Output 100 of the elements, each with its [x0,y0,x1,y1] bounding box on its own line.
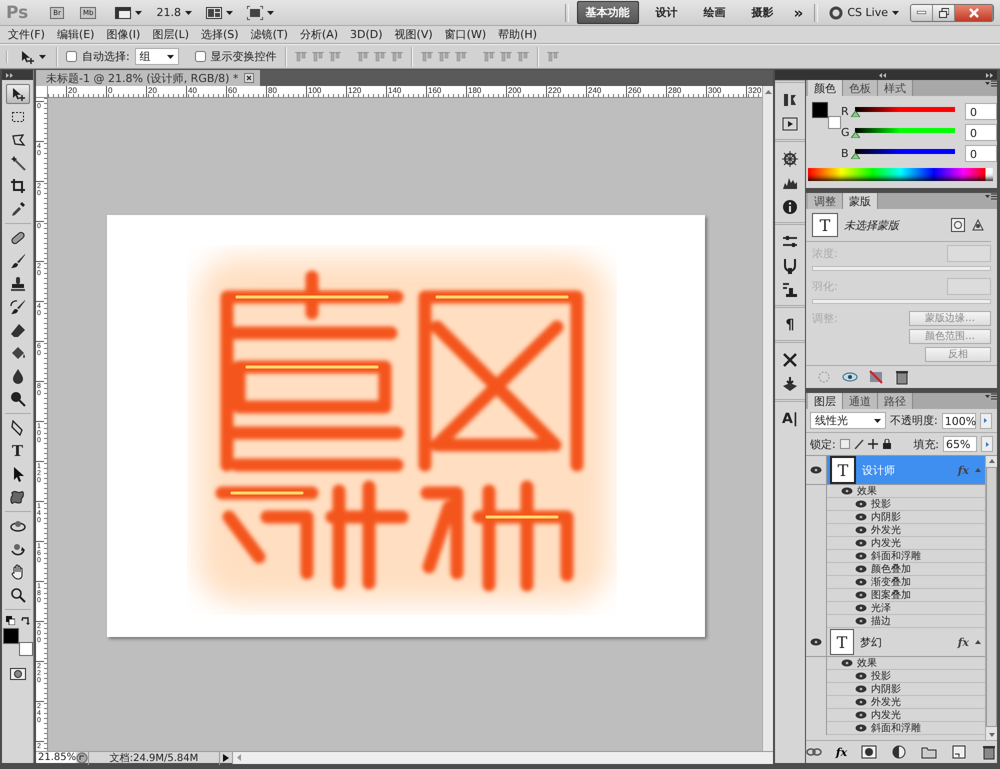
workspace-button[interactable]: 设计 [646,1,687,24]
opacity-slider-button[interactable] [980,412,992,428]
panel-menu-icon[interactable] [985,393,997,400]
trash-icon[interactable] [981,744,998,760]
blend-mode-dropdown[interactable]: 线性光 [810,412,886,429]
menu-item[interactable]: 帮助(H) [492,27,543,42]
collapse-arrow-icon[interactable] [975,640,981,644]
layer-row[interactable]: T 梦幻 fx [827,628,985,656]
visibility-toggle[interactable] [855,672,867,680]
visibility-toggle[interactable] [855,617,867,625]
menu-item[interactable]: 视图(V) [388,27,439,42]
panel-tab[interactable]: 样式 [878,80,913,96]
slider-thumb[interactable] [851,153,860,159]
input-field[interactable] [947,245,991,262]
visibility-toggle[interactable] [855,552,867,560]
panel-tab[interactable]: 色板 [843,80,878,96]
visibility-toggle[interactable] [855,539,867,547]
background-color-swatch[interactable] [18,642,32,656]
visibility-toggle[interactable] [855,685,867,693]
opacity-field[interactable]: 100% [942,412,976,428]
workspace-button[interactable]: 绘画 [694,1,735,24]
visibility-toggle[interactable] [855,500,867,508]
panel-tab[interactable]: 通道 [843,393,878,409]
layers-scrollbar[interactable] [985,456,997,740]
slider-track[interactable] [812,299,991,304]
menu-item[interactable]: 分析(A) [294,27,344,42]
menu-item[interactable]: 滤镜(T) [244,27,294,42]
navigator-icon[interactable] [779,149,801,168]
vector-mask-icon[interactable] [971,218,985,232]
horizontal-scrollbar[interactable] [232,752,773,764]
color-spectrum-bar[interactable] [808,168,993,181]
visibility-toggle[interactable] [855,565,867,573]
foreground-color-swatch[interactable] [812,102,828,118]
fx-button[interactable]: fx [836,746,848,758]
disable-mask-icon[interactable] [868,369,884,385]
slider-track[interactable] [812,266,991,271]
move-cross-icon[interactable] [868,439,878,449]
zoom-field[interactable]: 21.85% [36,752,76,763]
panel-tab[interactable]: 颜色 [808,80,843,96]
visibility-toggle[interactable] [855,724,867,732]
menu-item[interactable]: 图层(L) [146,27,196,42]
adjustment-layer-icon[interactable] [891,744,908,760]
workspace-button[interactable]: 基本功能 [576,1,639,24]
background-color-swatch[interactable] [828,116,841,129]
vertical-scrollbar[interactable] [762,86,773,751]
channel-value-field[interactable]: 0 [965,144,997,162]
more-workspaces-button[interactable]: » [790,4,806,22]
lock-transparency-icon[interactable] [840,439,850,449]
dotted-circle-icon[interactable] [816,369,832,385]
eye-icon[interactable] [810,466,822,474]
character-button[interactable]: A| [779,409,801,428]
minimize-button[interactable] [911,4,933,20]
add-mask-icon[interactable] [861,744,878,760]
menu-item[interactable]: 文件(F) [2,27,51,42]
visibility-toggle[interactable] [841,659,853,667]
menu-item[interactable]: 3D(D) [344,28,389,41]
panel-menu-icon[interactable] [985,193,997,200]
panel-tab[interactable]: 路径 [878,393,913,409]
slider-thumb[interactable] [851,111,860,117]
visibility-toggle[interactable] [855,711,867,719]
visibility-toggle[interactable] [855,526,867,534]
fill-field[interactable]: 65% [943,436,977,452]
menu-item[interactable]: 图像(I) [100,27,146,42]
panel-tab[interactable]: 调整 [808,193,843,209]
collapse-icon[interactable] [879,72,886,78]
move-tool-icon[interactable] [6,84,30,104]
cs-live-button[interactable]: CS Live [826,6,902,20]
padlock-icon[interactable] [882,439,892,449]
collapse-arrow-icon[interactable] [975,468,981,472]
channel-value-field[interactable]: 0 [965,102,997,120]
visibility-toggle[interactable] [855,604,867,612]
status-menu-icon[interactable] [76,752,88,764]
fill-slider-button[interactable] [981,436,993,452]
eye-icon[interactable] [810,638,822,646]
visibility-toggle[interactable] [855,698,867,706]
paragraph-button[interactable]: ¶ [779,315,801,334]
checkbox[interactable] [194,51,206,62]
pixel-mask-icon[interactable] [951,218,965,232]
target-dropdown[interactable]: 组 [134,48,179,65]
new-layer-icon[interactable] [951,744,968,760]
visibility-toggle[interactable] [855,591,867,599]
restore-button[interactable] [933,4,955,20]
panel-tab[interactable]: 图层 [808,393,843,409]
panel-menu-icon[interactable] [985,80,997,87]
trash-icon[interactable] [894,369,910,385]
type-tool-button[interactable]: T [6,441,30,461]
document-tab[interactable]: 未标题-1 @ 21.8% (设计师, RGB/8) * [36,70,260,86]
zoom-dropdown[interactable]: 21.8 [153,6,195,19]
menu-item[interactable]: 编辑(E) [50,27,100,42]
brush-icon[interactable] [854,439,864,449]
foreground-color-swatch[interactable] [2,628,18,644]
visibility-toggle[interactable] [841,487,853,495]
layer-row[interactable]: T 设计师 fx [827,456,985,484]
workspace-button[interactable]: 摄影 [742,1,783,24]
panel-tab[interactable]: 蒙版 [843,193,878,209]
close-button[interactable] [955,4,993,20]
visibility-toggle[interactable] [855,513,867,521]
visibility-toggle[interactable] [855,578,867,586]
input-field[interactable] [947,278,991,295]
checkbox[interactable] [66,51,77,62]
